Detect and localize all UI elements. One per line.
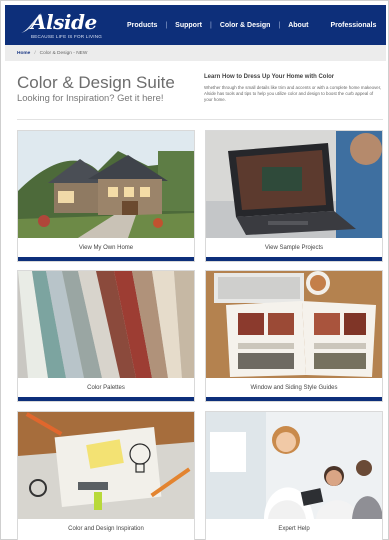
card-label: Color Palettes	[18, 378, 194, 397]
card-label: View My Own Home	[18, 238, 194, 257]
nav-color-design[interactable]: Color & Design	[220, 22, 271, 29]
divider	[17, 119, 383, 120]
card-label: Expert Help	[206, 519, 382, 538]
alside-logo[interactable]: Alside BECAUSE LIFE IS FOR LIVING	[19, 5, 115, 45]
breadcrumb-separator: /	[34, 50, 36, 56]
card-view-my-own-home[interactable]: View My Own Home	[17, 130, 195, 262]
breadcrumb-home-link[interactable]: Home	[17, 51, 30, 56]
intro-heading: Learn How to Dress Up Your Home with Col…	[204, 74, 335, 80]
card-label: View Sample Projects	[206, 238, 382, 257]
nav-professionals[interactable]: Professionals	[330, 22, 376, 29]
card-accent-bar	[18, 257, 194, 261]
card-label: Window and Siding Style Guides	[206, 378, 382, 397]
siding-swatches-photo	[18, 271, 194, 378]
card-color-palettes[interactable]: Color Palettes	[17, 270, 195, 402]
main-nav: Products | Support | Color & Design | Ab…	[127, 21, 377, 29]
logo-wordmark: Alside	[31, 10, 97, 34]
style-guide-book-photo	[206, 271, 382, 378]
site-header: Alside BECAUSE LIFE IS FOR LIVING Produc…	[5, 5, 386, 45]
nav-support[interactable]: Support	[175, 22, 202, 29]
laptop-photo	[206, 131, 382, 238]
card-view-sample-projects[interactable]: View Sample Projects	[205, 130, 383, 262]
idea-sketch-photo	[18, 412, 194, 519]
card-expert-help[interactable]: Expert Help	[205, 411, 383, 540]
card-accent-bar	[18, 397, 194, 401]
house-exterior-photo	[18, 131, 194, 238]
page: Alside BECAUSE LIFE IS FOR LIVING Produc…	[0, 0, 389, 540]
card-accent-bar	[206, 257, 382, 261]
breadcrumb-current: Color & Design - NEW	[39, 50, 88, 56]
intro-body: Whether through the small details like t…	[204, 85, 382, 102]
nav-products[interactable]: Products	[127, 22, 157, 29]
page-subtitle: Looking for Inspiration? Get it here!	[17, 92, 164, 103]
nav-about[interactable]: About	[288, 22, 308, 29]
logo-tagline: BECAUSE LIFE IS FOR LIVING	[31, 34, 103, 39]
card-label: Color and Design Inspiration	[18, 519, 194, 538]
breadcrumb: Home / Color & Design - NEW	[5, 45, 386, 61]
expert-consultation-photo	[206, 412, 382, 519]
card-style-guides[interactable]: Window and Siding Style Guides	[205, 270, 383, 402]
card-color-design-inspiration[interactable]: Color and Design Inspiration	[17, 411, 195, 540]
card-accent-bar	[206, 397, 382, 401]
page-title: Color & Design Suite	[17, 73, 175, 92]
